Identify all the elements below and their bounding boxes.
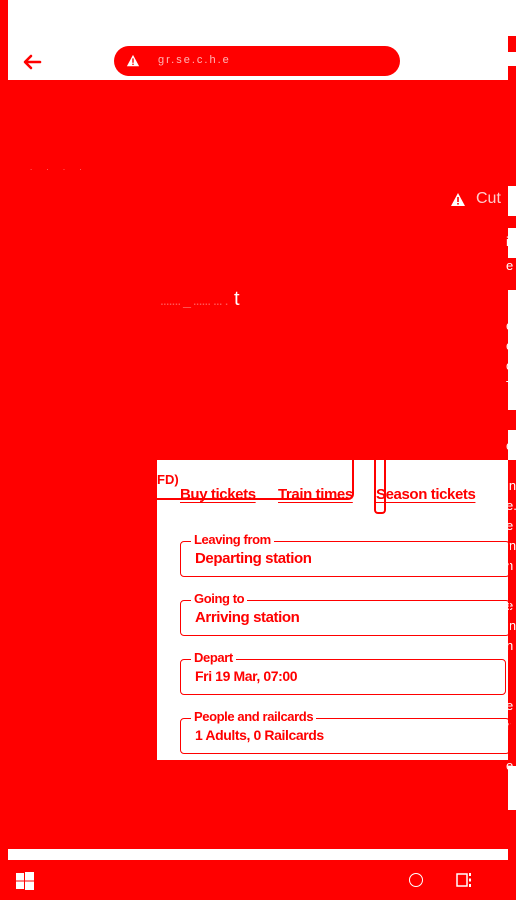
edge-text: T <box>506 378 514 393</box>
edge-text: e. <box>506 318 516 333</box>
going-to-field[interactable]: Going to Arriving station <box>180 591 510 636</box>
edge-text: e <box>506 258 514 273</box>
field-value: 1 Adults, 0 Railcards <box>195 727 324 743</box>
tab-train-times[interactable]: Train times <box>278 486 353 503</box>
field-value: Departing station <box>195 550 312 567</box>
notice-text: Cut <box>476 190 501 207</box>
search-circle-icon[interactable] <box>409 873 423 887</box>
back-button[interactable] <box>20 50 44 74</box>
edge-text: e <box>506 338 514 353</box>
warning-triangle-icon <box>126 54 140 67</box>
edge-strip <box>508 0 516 36</box>
edge-strip <box>508 52 516 66</box>
widget-fragment-label: FD) <box>157 472 179 487</box>
depart-field[interactable]: Depart Fri 19 Mar, 07:00 <box>180 650 506 695</box>
address-text: gr.se.c.h.e <box>158 54 231 66</box>
task-view-icon[interactable] <box>456 872 474 888</box>
arrow-left-icon <box>23 54 42 70</box>
page-headline: ....... _ ...... ... . t <box>160 288 241 311</box>
field-label: Leaving from <box>191 532 274 547</box>
edge-text: e. <box>506 758 516 773</box>
tab-season-tickets[interactable]: Season tickets <box>376 486 476 503</box>
address-bar[interactable]: gr.se.c.h.e <box>114 46 400 76</box>
headline-faded: ....... _ ...... ... . <box>160 292 228 308</box>
windows-start-icon[interactable] <box>16 872 34 890</box>
field-value: Fri 19 Mar, 07:00 <box>195 668 298 684</box>
field-value: Arriving station <box>195 609 300 626</box>
edge-strip <box>508 186 516 216</box>
headline-letter: t <box>234 288 241 310</box>
field-label: People and railcards <box>191 709 317 724</box>
warning-triangle-icon <box>451 193 465 206</box>
leaving-from-field[interactable]: Leaving from Departing station <box>180 532 510 577</box>
tab-buy-tickets[interactable]: Buy tickets <box>180 486 256 503</box>
edge-text: e <box>506 438 514 453</box>
field-label: Depart <box>191 650 236 665</box>
edge-text: or <box>506 358 516 373</box>
taskbar <box>0 860 516 900</box>
edge-text: in <box>506 234 516 249</box>
page-footer-strip <box>8 849 508 860</box>
field-label: Going to <box>191 591 248 606</box>
ghost-text: . . . . <box>30 163 88 172</box>
people-railcards-field[interactable]: People and railcards 1 Adults, 0 Railcar… <box>180 709 510 754</box>
